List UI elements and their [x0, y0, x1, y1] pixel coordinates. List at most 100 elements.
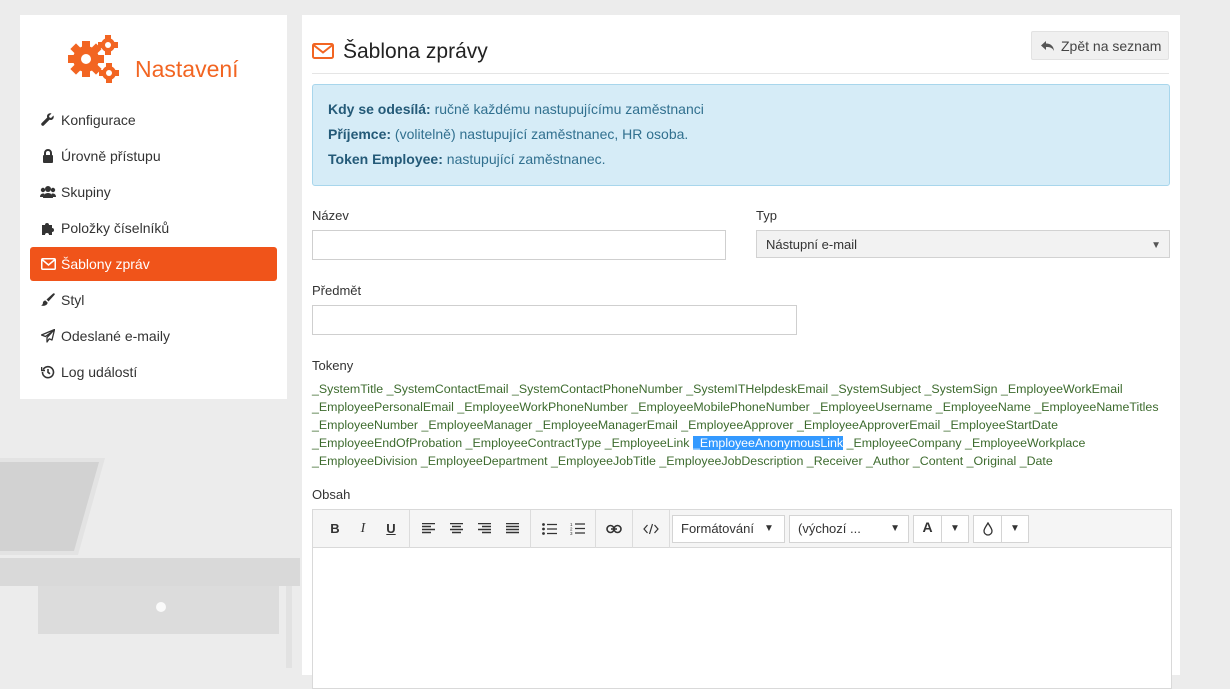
users-icon [40, 184, 56, 200]
token-item: _Receiver [806, 454, 863, 468]
sidebar-item-label: Styl [61, 292, 85, 308]
alignment-group [410, 509, 531, 548]
token-item: _EmployeeJobTitle [551, 454, 656, 468]
numbered-list-button[interactable]: 123 [563, 515, 591, 543]
token-item: _Content [912, 454, 964, 468]
caret-down-icon: ▼ [1151, 240, 1161, 251]
sidebar-item-groups[interactable]: Skupiny [30, 175, 277, 209]
align-center-button[interactable] [442, 515, 470, 543]
caret-down-icon: ▼ [890, 523, 900, 534]
italic-button[interactable]: I [349, 515, 377, 543]
token-item: _Author [866, 454, 910, 468]
sidebar-item-sent-emails[interactable]: Odeslané e-maily [30, 319, 277, 353]
text-color-icon: A [914, 515, 942, 542]
font-dropdown-label: (výchozí ... [798, 521, 861, 536]
info-recipient-line: Příjemce: (volitelně) nastupující zaměst… [328, 126, 689, 142]
token-item: _EmployeePersonalEmail [312, 400, 454, 414]
token-item: _SystemTitle [312, 382, 384, 396]
link-icon [606, 524, 622, 533]
align-left-button[interactable] [414, 515, 442, 543]
sidebar-item-label: Položky číselníků [61, 220, 170, 236]
token-item: _EmployeeLink [604, 436, 690, 450]
token-item: _Original [966, 454, 1017, 468]
sidebar-item-codelist-items[interactable]: Položky číselníků [30, 211, 277, 245]
code-view-button[interactable] [637, 515, 665, 543]
sidebar-item-label: Odeslané e-maily [61, 328, 170, 344]
back-to-list-button[interactable]: Zpět na seznam [1031, 31, 1169, 60]
sidebar-item-label: Log událostí [61, 364, 138, 380]
background-color-button[interactable]: ▼ [973, 514, 1029, 543]
sidebar-item-style[interactable]: Styl [30, 283, 277, 317]
token-item: _EmployeeManagerEmail [535, 418, 678, 432]
text-style-group: B I U [317, 509, 410, 548]
code-group [633, 509, 670, 548]
settings-sidebar: Nastavení Konfigurace Úrovně přístupu Sk… [20, 15, 287, 399]
brand-title: Nastavení [135, 56, 239, 82]
token-item: _EmployeeDepartment [420, 454, 548, 468]
name-input[interactable] [312, 230, 726, 260]
type-select[interactable]: Nástupní e-mail ▼ [756, 230, 1170, 258]
sidebar-item-label: Úrovně přístupu [61, 148, 161, 164]
paper-plane-icon [40, 328, 56, 344]
caret-down-icon[interactable]: ▼ [942, 516, 968, 542]
type-label: Typ [756, 208, 777, 223]
page-header: Šablona zprávy [312, 40, 488, 64]
sidebar-item-event-log[interactable]: Log událostí [30, 355, 277, 389]
format-dropdown[interactable]: Formátování ▼ [672, 514, 785, 543]
caret-down-icon[interactable]: ▼ [1002, 516, 1028, 542]
token-item: _EmployeeMobilePhoneNumber [631, 400, 810, 414]
link-button[interactable] [600, 515, 628, 543]
token-item: _EmployeeName [935, 400, 1031, 414]
name-label: Název [312, 208, 349, 223]
envelope-icon [40, 256, 56, 272]
sidebar-item-label: Skupiny [61, 184, 111, 200]
code-icon [643, 523, 659, 534]
sidebar-item-access-levels[interactable]: Úrovně přístupu [30, 139, 277, 173]
caret-down-icon: ▼ [763, 523, 774, 534]
align-right-icon [477, 523, 491, 534]
envelope-icon [312, 42, 334, 62]
align-justify-icon [505, 523, 519, 534]
font-dropdown[interactable]: (výchozí ... ▼ [789, 514, 909, 543]
align-right-button[interactable] [470, 515, 498, 543]
token-item: _EmployeeNumber [312, 418, 419, 432]
text-color-button[interactable]: A ▼ [913, 514, 969, 543]
token-item: _EmployeeCompany [846, 436, 962, 450]
underline-button[interactable]: U [377, 515, 405, 543]
token-item: _EmployeeManager [421, 418, 533, 432]
rich-text-editor: B I U 1 2 3 Formátování ▼ (výchozí ... ▼… [312, 509, 1172, 689]
subject-input[interactable] [312, 305, 797, 335]
history-icon [40, 364, 56, 380]
info-token-line: Token Employee: nastupující zaměstnanec. [328, 151, 606, 167]
page-title: Šablona zprávy [343, 40, 488, 63]
lock-icon [40, 148, 56, 164]
format-dropdown-label: Formátování [681, 521, 754, 536]
link-group [596, 509, 633, 548]
sidebar-item-label: Šablony zpráv [61, 256, 150, 272]
align-center-icon [449, 523, 463, 534]
token-item: _EmployeeApproverEmail [796, 418, 941, 432]
sidebar-item-message-templates[interactable]: Šablony zpráv [30, 247, 277, 281]
token-item: _EmployeeApprover [681, 418, 794, 432]
template-editor-panel: Šablona zprávy Zpět na seznam Kdy se ode… [302, 15, 1180, 689]
align-justify-button[interactable] [498, 515, 526, 543]
token-item: _SystemSign [924, 382, 998, 396]
bullet-list-button[interactable] [535, 515, 563, 543]
token-item: _EmployeeStartDate [943, 418, 1058, 432]
type-select-value: Nástupní e-mail [766, 236, 858, 252]
back-button-label: Zpět na seznam [1061, 37, 1162, 54]
editor-toolbar: B I U 1 2 3 Formátování ▼ (výchozí ... ▼… [313, 509, 1171, 548]
list-group: 123 [531, 509, 596, 548]
sidebar-item-label: Konfigurace [61, 112, 136, 128]
token-item: _EmployeeWorkEmail [1000, 382, 1123, 396]
subject-label: Předmět [312, 283, 362, 298]
wrench-icon [40, 112, 56, 128]
bold-button[interactable]: B [321, 515, 349, 543]
numbered-list-icon: 123 [570, 522, 585, 535]
token-item: _EmployeeEndOfProbation [312, 436, 463, 450]
token-item: _SystemContactPhoneNumber [511, 382, 683, 396]
token-item: _EmployeeDivision [312, 454, 418, 468]
sidebar-item-configuration[interactable]: Konfigurace [30, 103, 277, 137]
info-send-line: Kdy se odesílá: ručně každému nastupujíc… [328, 101, 704, 117]
editor-content-area[interactable] [313, 548, 1171, 688]
